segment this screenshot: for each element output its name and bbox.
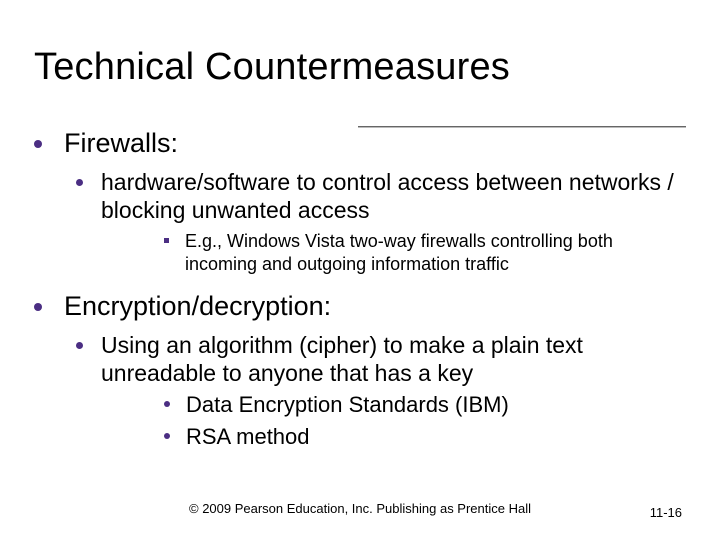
slide-content: Firewalls: hardware/software to control …	[34, 128, 686, 450]
bullet-icon	[76, 179, 83, 186]
footer-copyright: © 2009 Pearson Education, Inc. Publishin…	[0, 501, 720, 516]
page-number: 11-16	[650, 505, 682, 520]
body-text: Using an algorithm (cipher) to make a pl…	[101, 332, 686, 387]
list-item: E.g., Windows Vista two-way firewalls co…	[164, 230, 686, 275]
square-bullet-icon	[164, 238, 169, 243]
slide-title: Technical Countermeasures	[34, 48, 686, 88]
list-item: Using an algorithm (cipher) to make a pl…	[76, 332, 686, 450]
list-item: RSA method	[164, 423, 686, 451]
title-underline	[358, 126, 686, 128]
section-heading: Firewalls:	[64, 128, 178, 159]
slide: Technical Countermeasures Firewalls: har…	[0, 0, 720, 540]
list-item: Firewalls: hardware/software to control …	[34, 128, 686, 275]
body-text: RSA method	[186, 423, 310, 451]
bullet-icon	[34, 140, 42, 148]
list-item: Data Encryption Standards (IBM)	[164, 391, 686, 419]
section-heading: Encryption/decryption:	[64, 291, 331, 322]
body-text: Data Encryption Standards (IBM)	[186, 391, 509, 419]
bullet-icon	[164, 401, 170, 407]
bullet-icon	[164, 433, 170, 439]
body-text: E.g., Windows Vista two-way firewalls co…	[185, 230, 686, 275]
list-item: Encryption/decryption: Using an algorith…	[34, 291, 686, 450]
bullet-icon	[76, 342, 83, 349]
bullet-icon	[34, 303, 42, 311]
list-item: hardware/software to control access betw…	[76, 169, 686, 275]
body-text: hardware/software to control access betw…	[101, 169, 686, 224]
